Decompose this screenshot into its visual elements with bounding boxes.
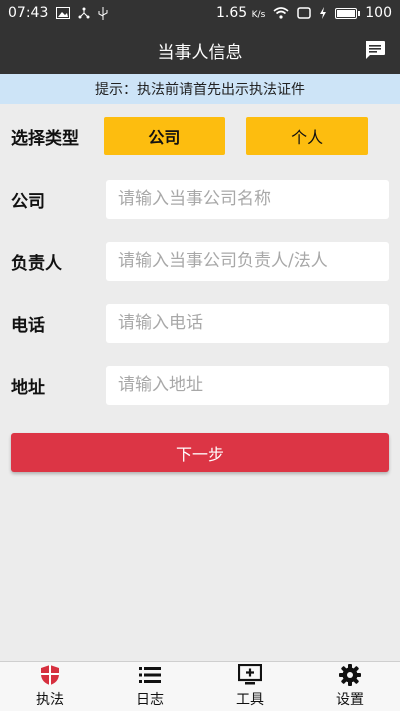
- type-company-button[interactable]: 公司: [103, 117, 226, 155]
- phone-label: 电话: [11, 315, 45, 336]
- company-label: 公司: [11, 191, 45, 212]
- status-bar: 07:43 1.65 K/s 100: [0, 0, 400, 26]
- nav-item-settings[interactable]: 设置: [300, 662, 400, 711]
- shield-icon: [38, 664, 62, 686]
- speed-value: 1.65: [216, 5, 248, 21]
- battery-icon: [335, 7, 361, 19]
- wifi-icon: [273, 7, 289, 19]
- phone-input[interactable]: [118, 313, 389, 333]
- type-row: 选择类型 公司 个人: [11, 104, 389, 168]
- person-field: [106, 241, 389, 281]
- address-field: [106, 365, 389, 405]
- status-right: 1.65 K/s 100: [216, 5, 392, 21]
- nav-label-log: 日志: [136, 692, 164, 708]
- speed-unit: K/s: [251, 10, 266, 20]
- status-time: 07:43: [8, 5, 49, 21]
- toolbox-icon: [238, 664, 262, 686]
- page-title: 当事人信息: [157, 42, 243, 63]
- network-speed: 1.65 K/s: [216, 5, 265, 21]
- nav-label-enforcement: 执法: [36, 692, 64, 708]
- next-button[interactable]: 下一步: [11, 433, 389, 472]
- nav-item-log[interactable]: 日志: [100, 662, 200, 711]
- bottom-nav: 执法 日志 工具 设置: [0, 661, 400, 711]
- status-left: 07:43: [8, 5, 108, 21]
- image-icon: [56, 7, 71, 19]
- usb-icon: [98, 6, 108, 20]
- phone-row: 电话: [11, 292, 389, 354]
- type-person-button[interactable]: 个人: [246, 117, 368, 155]
- type-label: 选择类型: [11, 128, 79, 149]
- company-row: 公司: [11, 168, 389, 230]
- battery-level: 100: [365, 5, 392, 21]
- gear-icon: [338, 664, 362, 686]
- address-label: 地址: [11, 377, 45, 398]
- share-icon: [78, 7, 90, 19]
- notice-banner: 提示：执法前请首先出示执法证件: [0, 74, 400, 104]
- charging-icon: [320, 7, 327, 19]
- nav-label-settings: 设置: [336, 692, 364, 708]
- nav-label-tools: 工具: [236, 692, 264, 708]
- list-icon: [138, 664, 162, 686]
- party-form: 选择类型 公司 个人 公司 负责人 电话 地址 下一步: [0, 104, 400, 472]
- message-icon[interactable]: [364, 40, 386, 60]
- address-input[interactable]: [118, 375, 389, 395]
- phone-field: [106, 303, 389, 343]
- person-label: 负责人: [11, 253, 62, 274]
- person-row: 负责人: [11, 230, 389, 292]
- address-row: 地址: [11, 354, 389, 416]
- nav-item-tools[interactable]: 工具: [200, 662, 300, 711]
- person-input[interactable]: [118, 251, 389, 271]
- nav-item-enforcement[interactable]: 执法: [0, 662, 100, 711]
- company-input[interactable]: [118, 189, 389, 209]
- screen-icon: [297, 7, 312, 19]
- app-bar: 当事人信息: [0, 26, 400, 74]
- company-field: [106, 179, 389, 219]
